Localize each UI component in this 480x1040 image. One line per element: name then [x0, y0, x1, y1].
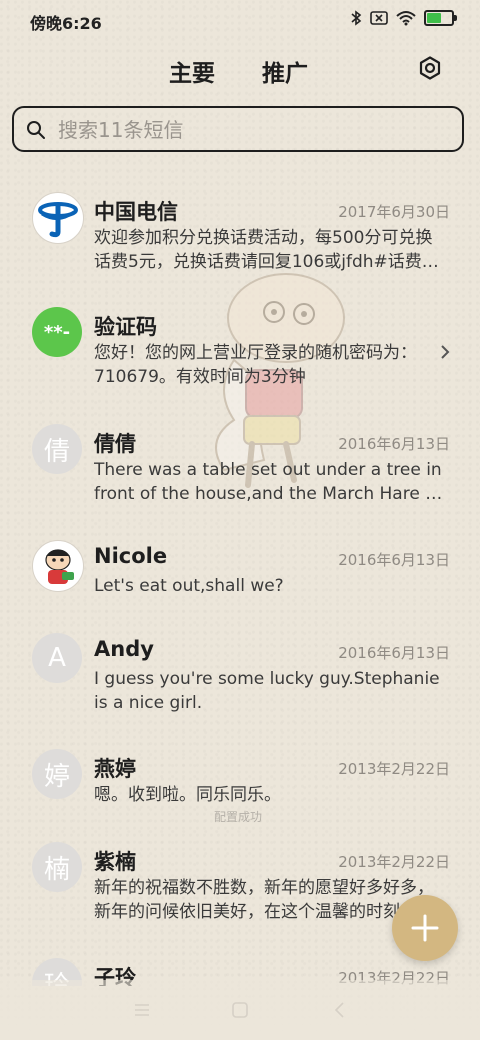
sender-name: Nicole: [94, 544, 168, 568]
tab-main[interactable]: 主要: [169, 54, 215, 88]
wifi-icon: [396, 11, 416, 26]
message-item[interactable]: 倩 倩倩 2016年6月13日 There was a table set ou…: [0, 412, 480, 512]
plus-icon: [411, 914, 439, 942]
message-preview: 嗯。收到啦。同乐同乐。: [94, 785, 281, 805]
message-date: 2016年6月13日: [338, 551, 450, 569]
status-icons: [350, 10, 457, 26]
bluetooth-icon: [351, 10, 362, 26]
settings-icon: [419, 56, 441, 80]
message-preview: 您好！您的网上营业厅登录的随机密码为：710679。有效时间为3分钟: [94, 343, 417, 387]
message-item[interactable]: Nicole 2016年6月13日 Let's eat out,shall we…: [0, 528, 480, 608]
status-time: 傍晚6:26: [30, 14, 102, 33]
message-item[interactable]: 婷 燕婷 2013年2月22日 嗯。收到啦。同乐同乐。: [0, 737, 480, 817]
contact-avatar: 楠: [32, 842, 82, 892]
navigation-bar: [0, 980, 480, 1040]
menu-icon[interactable]: [132, 1000, 152, 1020]
verification-avatar: **-: [32, 307, 82, 357]
battery-icon: [424, 10, 457, 26]
home-icon[interactable]: [230, 1000, 250, 1020]
china-telecom-logo-icon: [38, 202, 78, 238]
tab-bar: 主要 推广: [0, 52, 480, 92]
contact-avatar: 婷: [32, 749, 82, 799]
message-preview: 欢迎参加积分兑换话费活动，每500分可兑换话费5元，兑换话费请回复106或jfd…: [94, 228, 439, 272]
new-message-button[interactable]: [392, 895, 458, 961]
message-item[interactable]: 中国电信 2017年6月30日 欢迎参加积分兑换话费活动，每500分可兑换话费5…: [0, 180, 480, 280]
message-date: 2017年6月30日: [338, 203, 450, 221]
status-bar: 傍晚6:26: [0, 0, 480, 40]
sender-name: 紫楠: [94, 850, 136, 874]
back-icon[interactable]: [330, 1000, 350, 1020]
search-input[interactable]: [56, 115, 450, 145]
message-date: 2013年2月22日: [338, 760, 450, 778]
sender-name: Andy: [94, 637, 154, 661]
message-item[interactable]: **- 验证码 您好！您的网上营业厅登录的随机密码为：710679。有效时间为3…: [0, 295, 480, 395]
nicole-avatar: [32, 540, 84, 592]
chevron-right-icon: [441, 345, 450, 359]
sender-name: 验证码: [94, 315, 157, 339]
no-sim-icon: [370, 11, 388, 25]
tab-promo[interactable]: 推广: [262, 54, 308, 88]
china-telecom-avatar: [32, 192, 84, 244]
message-date: 2016年6月13日: [338, 644, 450, 662]
message-preview: There was a table set out under a tree i…: [94, 460, 443, 504]
toast-message: 配置成功: [214, 810, 263, 824]
message-item[interactable]: A Andy 2016年6月13日 I guess you're some lu…: [0, 621, 480, 721]
search-icon: [27, 121, 45, 139]
cartoon-avatar-icon: [35, 543, 81, 589]
message-preview: I guess you're some lucky guy.Stephanie …: [94, 669, 440, 713]
contact-avatar: 倩: [32, 424, 82, 474]
sender-name: 燕婷: [94, 757, 136, 781]
sender-name: 中国电信: [94, 200, 178, 224]
contact-avatar: A: [32, 633, 82, 683]
message-preview: Let's eat out,shall we?: [94, 576, 284, 596]
settings-button[interactable]: [418, 56, 442, 80]
search-bar[interactable]: [12, 106, 464, 152]
sender-name: 倩倩: [94, 432, 136, 456]
message-date: 2013年2月22日: [338, 853, 450, 871]
message-date: 2016年6月13日: [338, 435, 450, 453]
